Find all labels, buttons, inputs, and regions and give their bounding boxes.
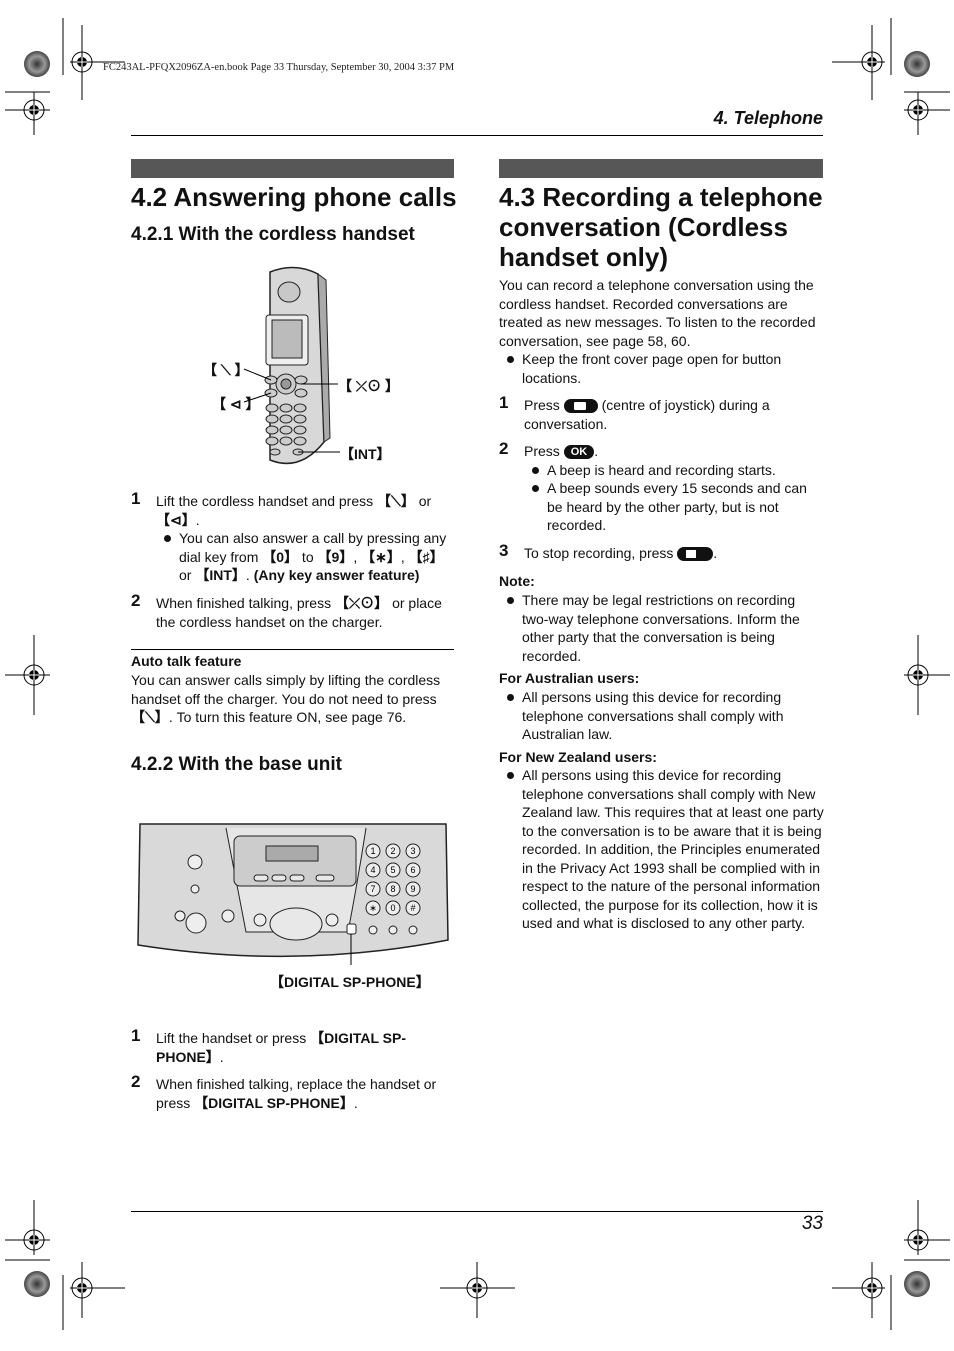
keypad-key-label: 0 [390,903,395,913]
keypad-key-label: 4 [370,865,375,875]
auto-talk-title: Auto talk feature [131,653,242,669]
australia-bullet: All persons using this device for record… [499,688,825,744]
bullet-item: A beep sounds every 15 seconds and can b… [524,479,825,535]
callout-talk-key: 【 ⟍ 】 [203,362,249,378]
callout-off-key: 【 ⤫⊙ 】 [338,378,399,394]
rec-step-2: 2 Press OK. A beep is heard and recordin… [499,439,825,535]
divider [131,649,454,650]
section-bar [131,159,454,178]
stop-button-icon [677,547,714,562]
page-number: 33 [801,1213,823,1234]
keypad-key-label: 9 [410,884,415,894]
keypad-key-label: 7 [370,884,375,894]
section-bar-right [499,159,823,178]
color-rosette-icon [24,51,50,77]
rec-step-3: 3 To stop recording, press . [499,541,718,562]
header-rule [131,135,823,136]
nz-title: For New Zealand users: [499,749,657,765]
book-info: FC243AL-PFQX2096ZA-en.book Page 33 Thurs… [103,62,455,73]
keypad-key-label: 3 [410,846,415,856]
callout-int-key: 【INT】 [340,446,391,462]
bullet-item: Keep the front cover page open for butto… [499,350,825,387]
base-step-1: 1 Lift the handset or press 【DIGITAL SP-… [131,1026,407,1065]
keypad-key-label: # [410,903,415,913]
base-unit-illustration: 1 2 3 4 5 6 7 8 9 ∗ 0 # [137,823,449,965]
rec-step-1: 1 Press (centre of joystick) during a co… [499,393,770,432]
menu-button-icon [563,399,598,414]
keypad-key-label: 2 [390,846,395,856]
base-step-2: 2 When finished talking, replace the han… [131,1072,437,1111]
nz-bullet: All persons using this device for record… [499,766,825,933]
keypad-key-label: ∗ [369,903,377,913]
section-title-right: 4.3 Recording a telephone conversation (… [499,182,823,272]
callout-digital-sp-phone: 【DIGITAL SP-PHONE】 [270,974,430,990]
bullet-item: You can also answer a call by pressing a… [156,529,456,585]
step-2: 2 When finished talking, press 【⤫⊙】 or p… [131,591,442,630]
footer-rule [131,1211,823,1212]
subsection-title-base: 4.2.2 With the base unit [131,754,342,775]
ok-button-icon: OK [563,445,595,460]
intro-text: You can record a telephone conversation … [499,277,816,349]
keypad-key-label: 1 [370,846,375,856]
keypad-key-label: 6 [410,865,415,875]
note-title: Note: [499,573,535,589]
keypad-key-label: 5 [390,865,395,875]
step-1: 1 Lift the cordless handset and press 【⟍… [131,489,456,585]
callout-speaker-key: 【 ⊲ 】 [212,396,260,412]
chapter-title: 4. Telephone [713,108,823,128]
subsection-title: 4.2.1 With the cordless handset [131,224,415,245]
keypad-key-label: 8 [390,884,395,894]
bullet-item: A beep is heard and recording starts. [524,461,825,480]
note-bullet: There may be legal restrictions on recor… [499,591,825,665]
section-title: 4.2 Answering phone calls [131,182,457,212]
australia-title: For Australian users: [499,670,640,686]
auto-talk-text: You can answer calls simply by lifting t… [131,672,441,725]
